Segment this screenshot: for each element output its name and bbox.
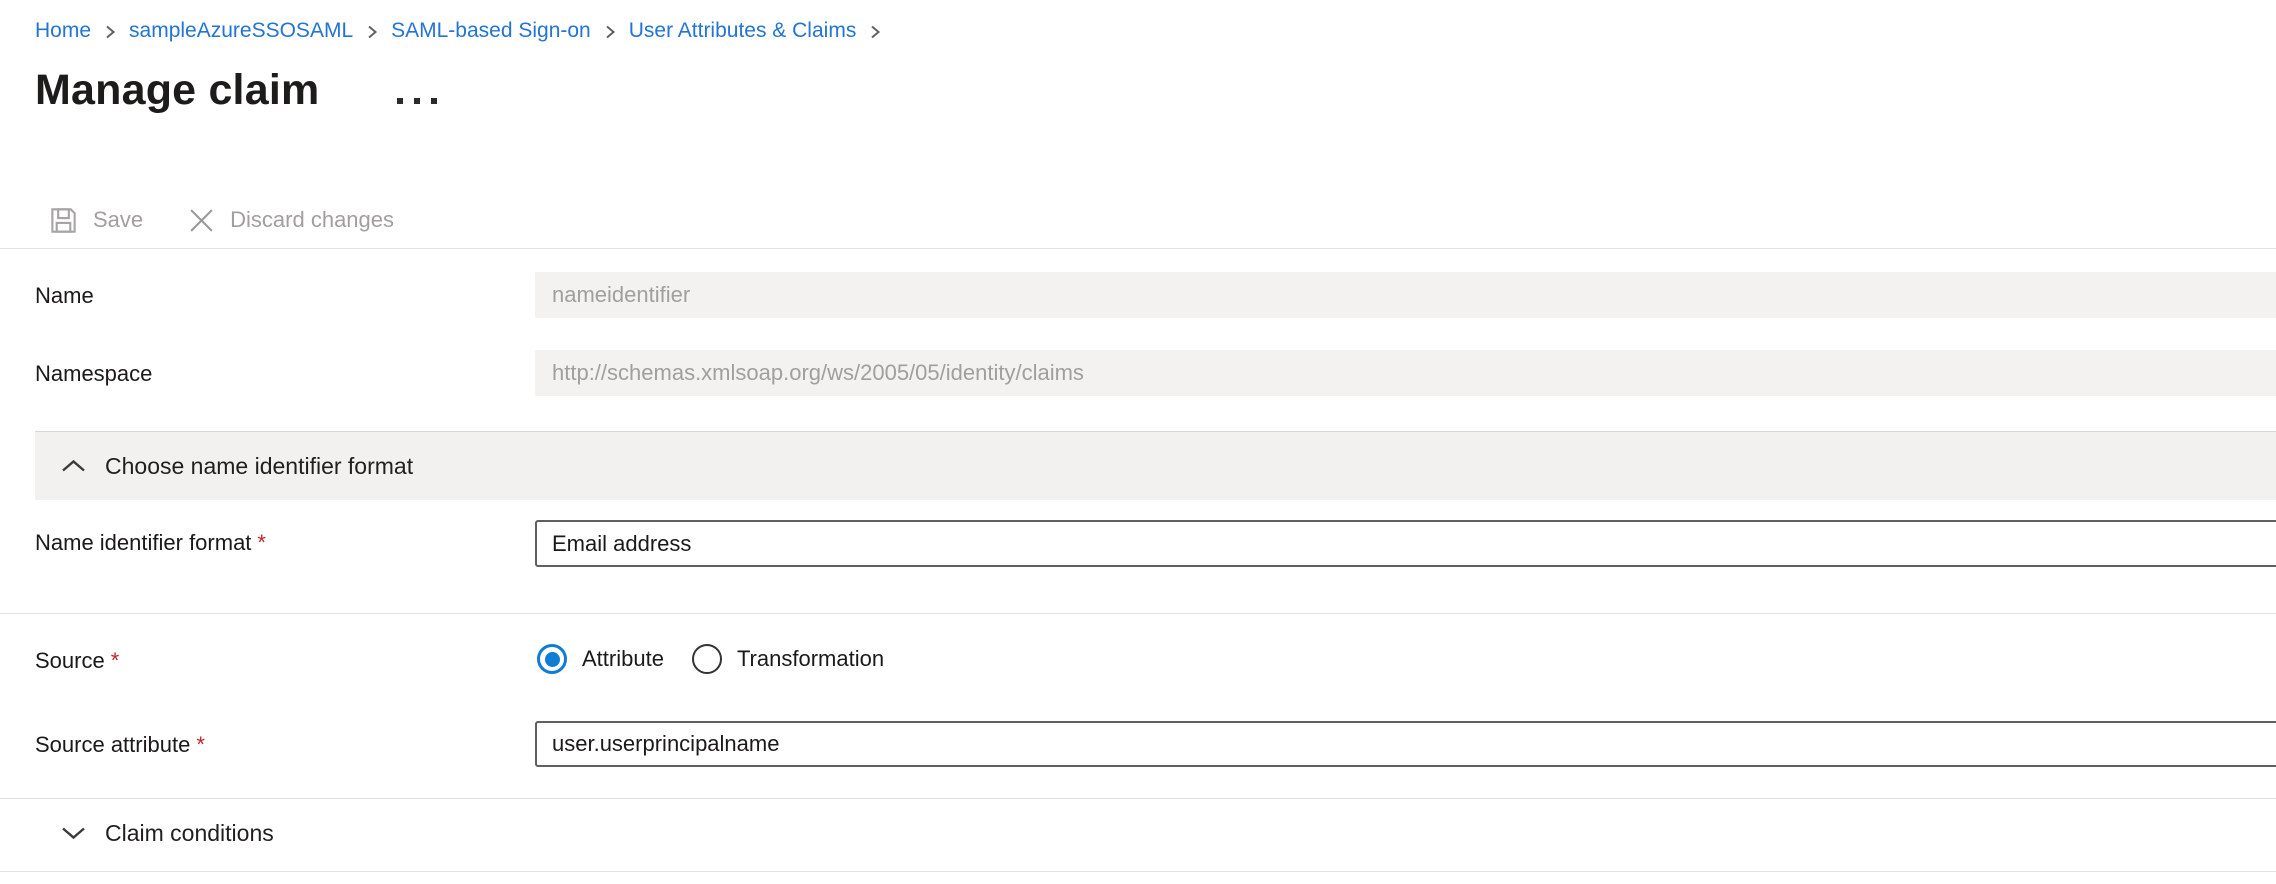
namespace-input: http://schemas.xmlsoap.org/ws/2005/05/id… [535, 350, 2276, 396]
section-title: Choose name identifier format [105, 453, 413, 480]
section-claim-conditions[interactable]: Claim conditions [35, 802, 2276, 864]
row-divider [0, 871, 2276, 872]
name-input-value: nameidentifier [552, 282, 690, 308]
save-button-label: Save [93, 207, 143, 233]
breadcrumb-saml-signon[interactable]: SAML-based Sign-on [391, 16, 591, 46]
name-identifier-format-value: Email address [552, 531, 691, 557]
chevron-right-icon [604, 22, 616, 42]
source-attribute-value: user.userprincipalname [552, 731, 779, 757]
floppy-disk-icon [48, 205, 79, 236]
breadcrumb-app[interactable]: sampleAzureSSOSAML [129, 16, 353, 46]
source-attribute-label: Source attribute* [35, 731, 205, 759]
name-identifier-format-label: Name identifier format* [35, 529, 266, 557]
ellipsis-icon[interactable] [393, 94, 441, 108]
name-identifier-format-dropdown[interactable]: Email address [535, 520, 2276, 567]
toolbar-divider [0, 248, 2276, 249]
breadcrumb-home[interactable]: Home [35, 16, 91, 46]
command-bar: Save Discard changes [48, 196, 394, 244]
page-title: Manage claim [35, 66, 319, 115]
row-divider [0, 798, 2276, 799]
radio-unselected-icon[interactable] [692, 644, 722, 674]
chevron-right-icon [104, 22, 116, 42]
source-radio-transformation[interactable]: Transformation [692, 644, 884, 674]
breadcrumb-user-attributes-claims[interactable]: User Attributes & Claims [629, 16, 857, 46]
source-radio-transformation-label[interactable]: Transformation [737, 646, 884, 672]
chevron-right-icon [366, 22, 378, 42]
source-attribute-combobox[interactable]: user.userprincipalname [535, 721, 2276, 767]
source-radio-group: Attribute Transformation [537, 644, 884, 674]
radio-selected-icon[interactable] [537, 644, 567, 674]
breadcrumb: Home sampleAzureSSOSAML SAML-based Sign-… [35, 16, 881, 46]
manage-claim-page: Home sampleAzureSSOSAML SAML-based Sign-… [0, 0, 2276, 884]
section-title: Claim conditions [105, 820, 274, 847]
namespace-field-label: Namespace [35, 360, 152, 388]
discard-changes-label: Discard changes [230, 207, 394, 233]
source-label: Source* [35, 647, 119, 675]
chevron-right-icon [869, 22, 881, 42]
discard-changes-button[interactable]: Discard changes [187, 206, 394, 235]
required-asterisk: * [196, 732, 205, 757]
chevron-down-icon [60, 825, 87, 841]
source-radio-attribute[interactable]: Attribute [537, 644, 664, 674]
save-button[interactable]: Save [48, 205, 143, 236]
required-asterisk: * [257, 530, 266, 555]
section-choose-name-identifier-format[interactable]: Choose name identifier format [35, 431, 2276, 500]
name-field-label: Name [35, 282, 94, 310]
namespace-input-value: http://schemas.xmlsoap.org/ws/2005/05/id… [552, 360, 1084, 386]
x-mark-icon [187, 206, 216, 235]
row-divider [0, 613, 2276, 614]
name-input: nameidentifier [535, 272, 2276, 318]
chevron-up-icon [60, 458, 87, 474]
required-asterisk: * [111, 648, 120, 673]
source-radio-attribute-label[interactable]: Attribute [582, 646, 664, 672]
